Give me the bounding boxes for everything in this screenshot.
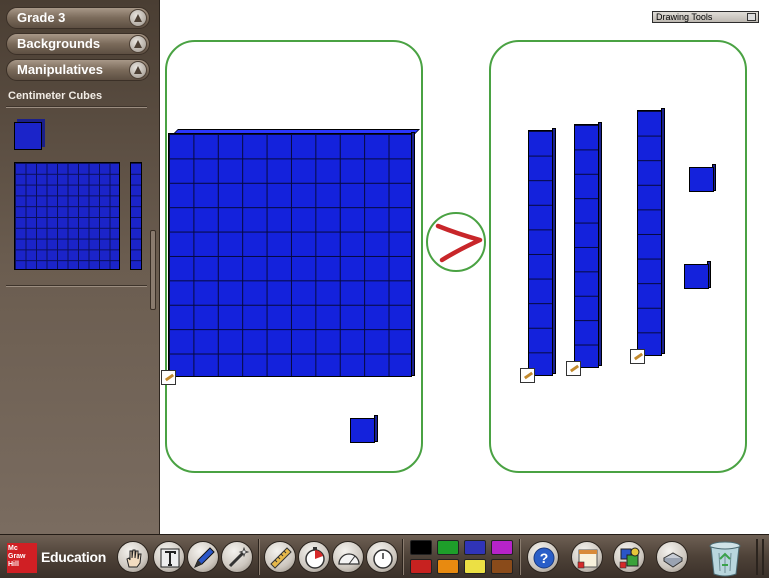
toolbar-separator bbox=[519, 539, 521, 575]
calendar-icon bbox=[577, 549, 598, 569]
divider bbox=[6, 285, 147, 287]
sidebar: Grade 3 Backgrounds Manipulatives Centim… bbox=[0, 0, 160, 534]
trash-icon bbox=[709, 541, 741, 577]
rotate-handle-icon[interactable] bbox=[161, 370, 176, 385]
help-button[interactable]: ? bbox=[527, 541, 559, 573]
wand-icon bbox=[228, 546, 250, 568]
pen-tool-button[interactable] bbox=[187, 541, 219, 573]
manipulatives-menu-label: Manipulatives bbox=[17, 62, 103, 77]
drawing-tools-label: Drawing Tools bbox=[656, 12, 713, 22]
protractor-icon bbox=[338, 553, 360, 565]
text-icon bbox=[160, 548, 180, 568]
wand-tool-button[interactable] bbox=[221, 541, 253, 573]
calendar-button[interactable] bbox=[571, 541, 603, 573]
collapse-arrow-icon[interactable] bbox=[129, 35, 147, 53]
pen-icon bbox=[194, 547, 215, 568]
text-tool-button[interactable] bbox=[153, 541, 185, 573]
rotate-handle-icon[interactable] bbox=[520, 368, 535, 383]
palette-unit-cube[interactable] bbox=[14, 122, 42, 150]
rotate-handle-icon[interactable] bbox=[630, 349, 645, 364]
ruler-tool-button[interactable] bbox=[264, 541, 296, 573]
toolbar-grip[interactable] bbox=[756, 539, 764, 575]
bottom-toolbar: Mc Graw Hill Education ? bbox=[0, 534, 769, 578]
protractor-tool-button[interactable] bbox=[332, 541, 364, 573]
shapes-button[interactable] bbox=[613, 541, 645, 573]
hand-icon bbox=[126, 549, 142, 568]
logo-line: Hill bbox=[8, 561, 19, 568]
color-swatch-orange[interactable] bbox=[437, 559, 459, 574]
stopwatch-tool-button[interactable] bbox=[366, 541, 398, 573]
ruler-icon bbox=[270, 547, 292, 569]
backgrounds-menu-label: Backgrounds bbox=[17, 36, 101, 51]
rod-front-face bbox=[574, 124, 599, 368]
color-swatch-blue[interactable] bbox=[464, 540, 486, 555]
color-swatch-red[interactable] bbox=[410, 559, 432, 574]
manipulatives-menu-button[interactable]: Manipulatives bbox=[6, 59, 150, 81]
color-swatch-yellow[interactable] bbox=[464, 559, 486, 574]
grade-menu-button[interactable]: Grade 3 bbox=[6, 7, 150, 29]
category-label: Centimeter Cubes bbox=[8, 90, 103, 102]
minimize-icon[interactable] bbox=[747, 13, 756, 21]
comparison-symbol-circle[interactable] bbox=[426, 212, 486, 272]
color-swatch-green[interactable] bbox=[437, 540, 459, 555]
sidebar-resize-handle[interactable] bbox=[150, 230, 156, 310]
collapse-arrow-icon[interactable] bbox=[129, 61, 147, 79]
cube-front-face bbox=[350, 418, 375, 443]
logo-wordmark: Education bbox=[41, 549, 106, 565]
rod-front-face bbox=[637, 110, 662, 356]
greater-than-icon bbox=[435, 223, 483, 263]
drawing-tools-panel[interactable]: Drawing Tools bbox=[652, 11, 759, 23]
color-swatch-purple[interactable] bbox=[491, 540, 513, 555]
timer-icon bbox=[305, 547, 325, 569]
flat-front-face bbox=[168, 133, 412, 377]
palette-flat-hundred[interactable] bbox=[14, 162, 120, 270]
collapse-arrow-icon[interactable] bbox=[129, 9, 147, 27]
stopwatch-icon bbox=[373, 549, 393, 569]
logo-line: Graw bbox=[8, 553, 26, 560]
help-icon: ? bbox=[533, 547, 555, 569]
publisher-logo: Mc Graw Hill bbox=[7, 543, 37, 573]
divider bbox=[6, 106, 147, 108]
toolbar-separator bbox=[258, 539, 260, 575]
rod-front-face bbox=[528, 130, 553, 376]
manipulatives-app: Grade 3 Backgrounds Manipulatives Centim… bbox=[0, 0, 769, 578]
print-icon bbox=[663, 552, 683, 568]
cube-front-face bbox=[684, 264, 709, 289]
color-swatch-brown[interactable] bbox=[491, 559, 513, 574]
toolbar-separator bbox=[402, 539, 404, 575]
logo-line: Mc bbox=[8, 545, 18, 552]
color-swatch-black[interactable] bbox=[410, 540, 432, 555]
print-button[interactable] bbox=[656, 541, 688, 573]
hand-tool-button[interactable] bbox=[117, 541, 149, 573]
grade-menu-label: Grade 3 bbox=[17, 10, 66, 25]
trash-button[interactable] bbox=[705, 539, 745, 577]
timer-tool-button[interactable] bbox=[298, 541, 330, 573]
rotate-handle-icon[interactable] bbox=[566, 361, 581, 376]
backgrounds-menu-button[interactable]: Backgrounds bbox=[6, 33, 150, 55]
cube-front-face bbox=[689, 167, 714, 192]
svg-text:?: ? bbox=[540, 550, 549, 566]
palette-rod-ten[interactable] bbox=[130, 162, 142, 270]
shapes-icon bbox=[619, 547, 640, 569]
